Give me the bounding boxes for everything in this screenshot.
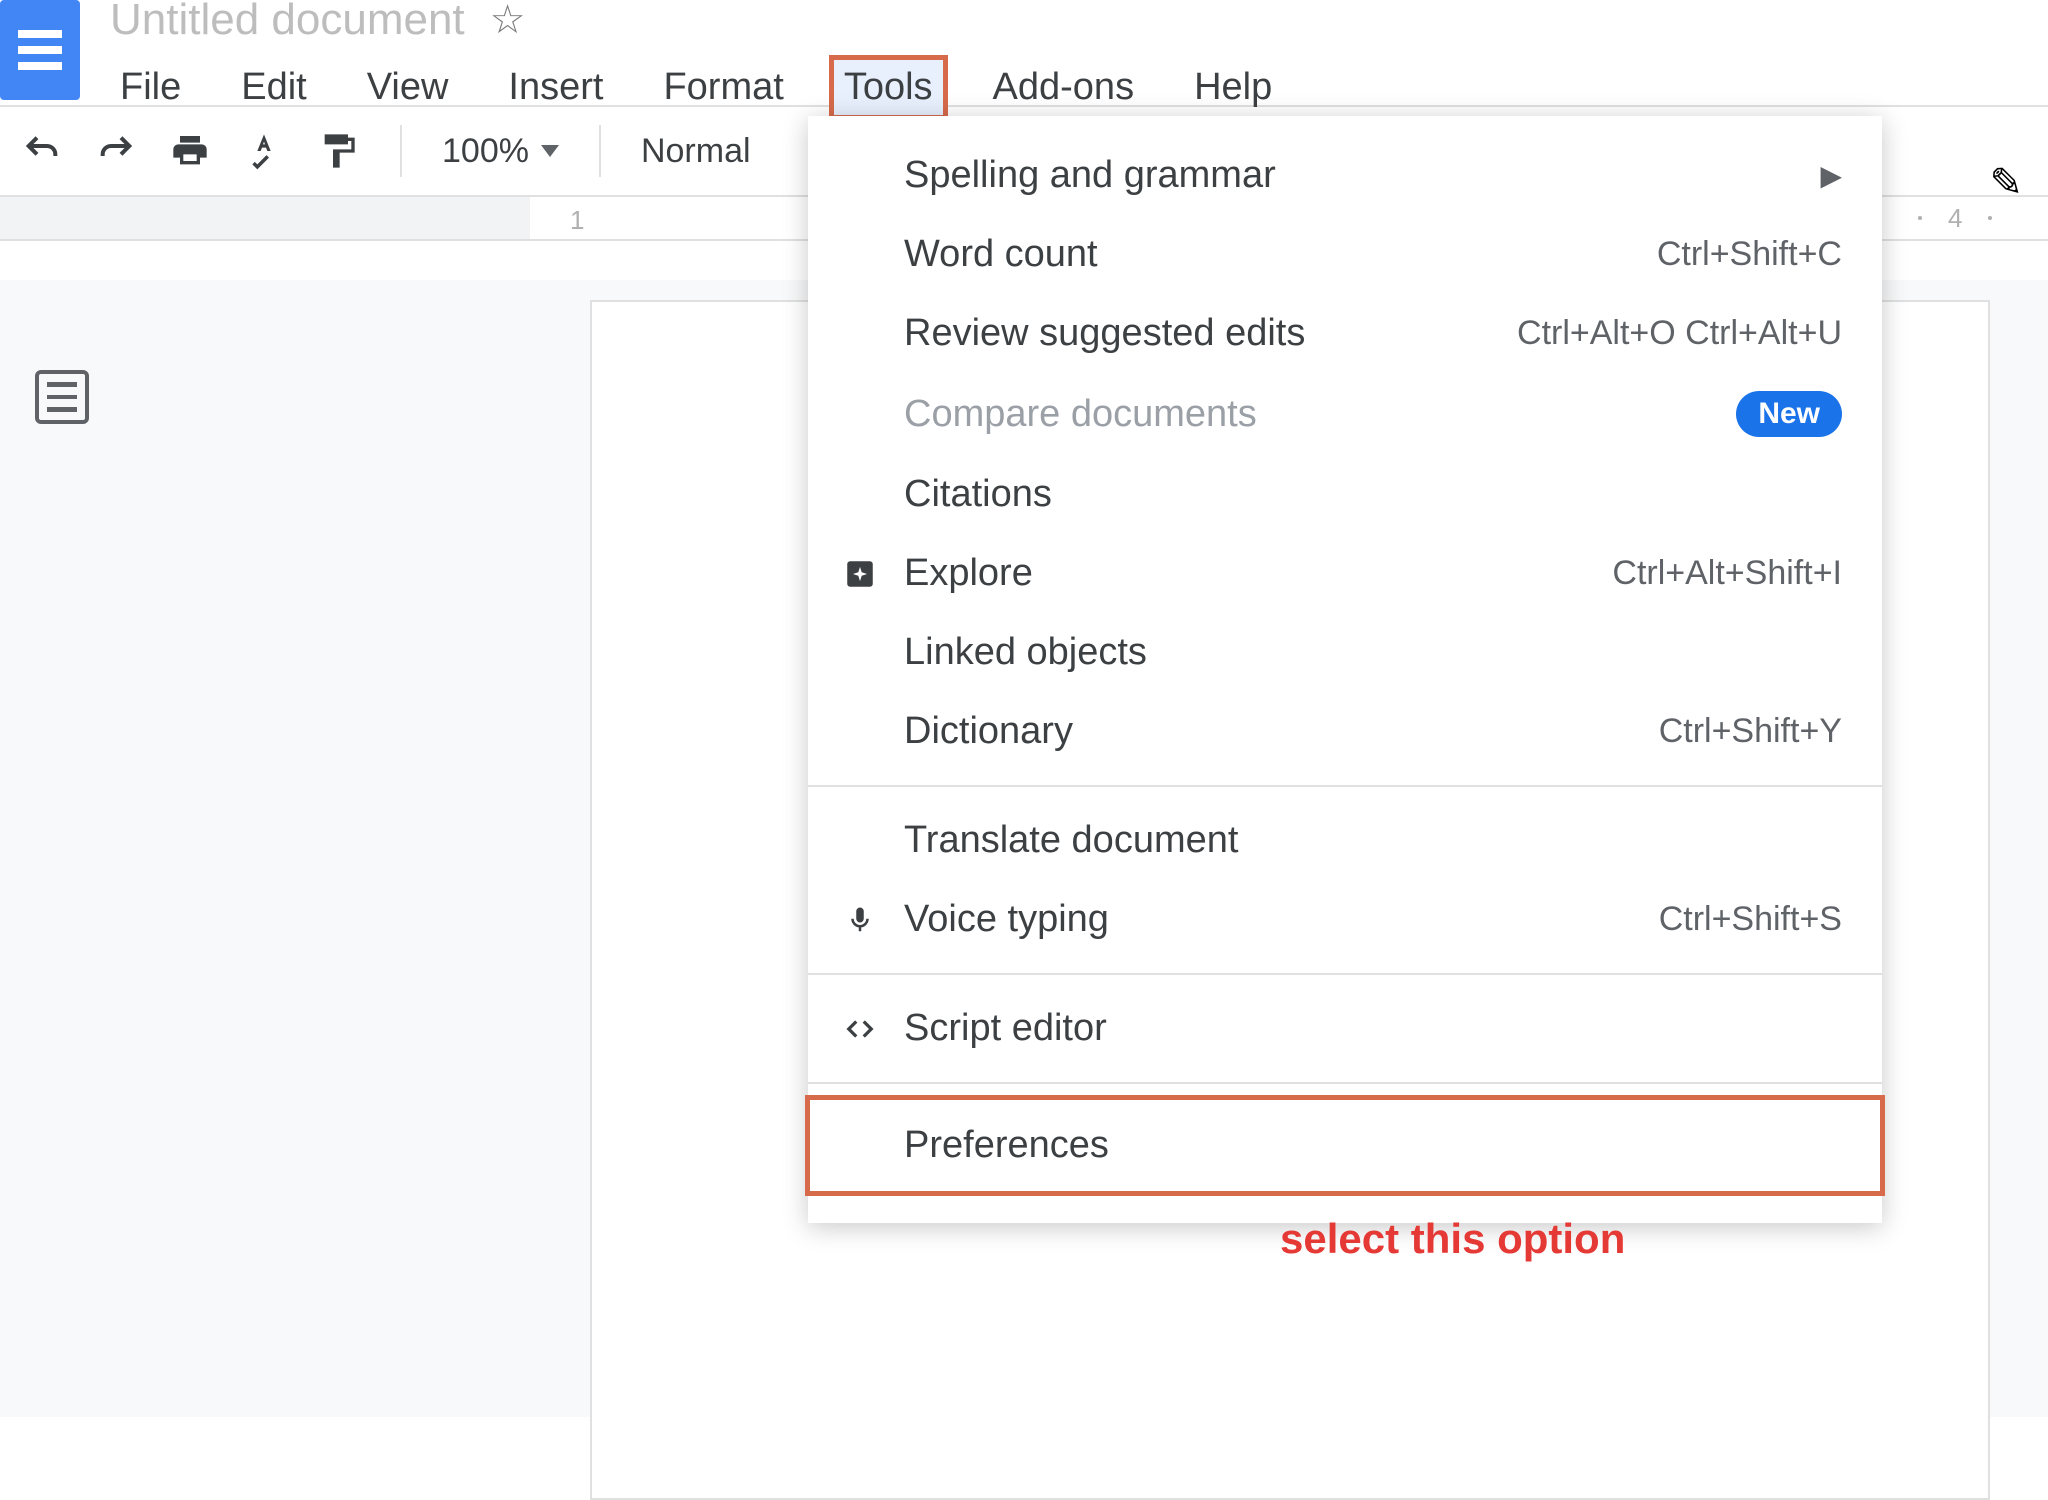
dd-citations[interactable]: Citations [808, 455, 1882, 534]
ruler-mark-4: 4 [1948, 203, 1962, 234]
dd-word-count[interactable]: Word count Ctrl+Shift+C [808, 215, 1882, 294]
menu-addons[interactable]: Add-ons [983, 60, 1145, 115]
dropdown-separator [808, 785, 1882, 787]
dd-voice-typing[interactable]: Voice typing Ctrl+Shift+S [808, 880, 1882, 959]
dd-script-editor[interactable]: Script editor [808, 989, 1882, 1068]
zoom-label: 100% [442, 132, 529, 171]
print-button[interactable] [168, 129, 212, 173]
submenu-arrow-icon: ▶ [1820, 159, 1842, 192]
dd-compare-documents[interactable]: Compare documents New [808, 373, 1882, 455]
menu-tools[interactable]: Tools [834, 60, 943, 115]
title-row: Untitled document ☆ [110, 0, 1282, 40]
dd-spelling-grammar[interactable]: Spelling and grammar ▶ [808, 136, 1882, 215]
redo-button[interactable] [94, 129, 138, 173]
paragraph-style-select[interactable]: Normal [641, 132, 751, 171]
header: Untitled document ☆ File Edit View Inser… [0, 0, 2048, 105]
style-label: Normal [641, 132, 751, 170]
dropdown-separator [808, 1082, 1882, 1084]
dd-linked-objects[interactable]: Linked objects [808, 613, 1882, 692]
ruler-mark-1: 1 [570, 205, 584, 236]
dd-translate[interactable]: Translate document [808, 801, 1882, 880]
dropdown-separator [808, 973, 1882, 975]
star-icon[interactable]: ☆ [490, 0, 526, 43]
dd-dictionary[interactable]: Dictionary Ctrl+Shift+Y [808, 692, 1882, 771]
document-title[interactable]: Untitled document [110, 0, 465, 45]
new-badge: New [1736, 391, 1842, 437]
toolbar-separator [599, 125, 601, 177]
dd-review-suggested[interactable]: Review suggested edits Ctrl+Alt+O Ctrl+A… [808, 294, 1882, 373]
docs-logo-icon[interactable] [0, 0, 80, 100]
annotation-text: select this option [1280, 1215, 1625, 1263]
chevron-down-icon [541, 145, 559, 157]
shortcut-text: Ctrl+Shift+S [1659, 900, 1842, 939]
dd-preferences[interactable]: Preferences [808, 1098, 1882, 1193]
outline-toggle-icon[interactable] [35, 370, 89, 424]
menu-help[interactable]: Help [1184, 60, 1282, 115]
menu-insert[interactable]: Insert [498, 60, 613, 115]
shortcut-text: Ctrl+Shift+Y [1659, 712, 1842, 751]
toolbar-separator [400, 125, 402, 177]
paint-format-button[interactable] [316, 129, 360, 173]
ruler-margin-right: 4 [1908, 197, 2048, 239]
menu-edit[interactable]: Edit [231, 60, 316, 115]
menubar: File Edit View Insert Format Tools Add-o… [110, 60, 1282, 115]
code-icon [838, 1014, 882, 1044]
shortcut-text: Ctrl+Alt+Shift+I [1612, 554, 1842, 593]
explore-icon [838, 557, 882, 591]
shortcut-text: Ctrl+Shift+C [1657, 235, 1842, 274]
menu-file[interactable]: File [110, 60, 191, 115]
microphone-icon [838, 903, 882, 937]
spellcheck-button[interactable] [242, 129, 286, 173]
menu-format[interactable]: Format [653, 60, 793, 115]
menu-view[interactable]: View [357, 60, 459, 115]
tools-dropdown: Spelling and grammar ▶ Word count Ctrl+S… [808, 116, 1882, 1223]
dd-explore[interactable]: Explore Ctrl+Alt+Shift+I [808, 534, 1882, 613]
undo-button[interactable] [20, 129, 64, 173]
ruler-margin-left [0, 197, 530, 239]
zoom-select[interactable]: 100% [442, 132, 559, 171]
shortcut-text: Ctrl+Alt+O Ctrl+Alt+U [1517, 314, 1842, 353]
